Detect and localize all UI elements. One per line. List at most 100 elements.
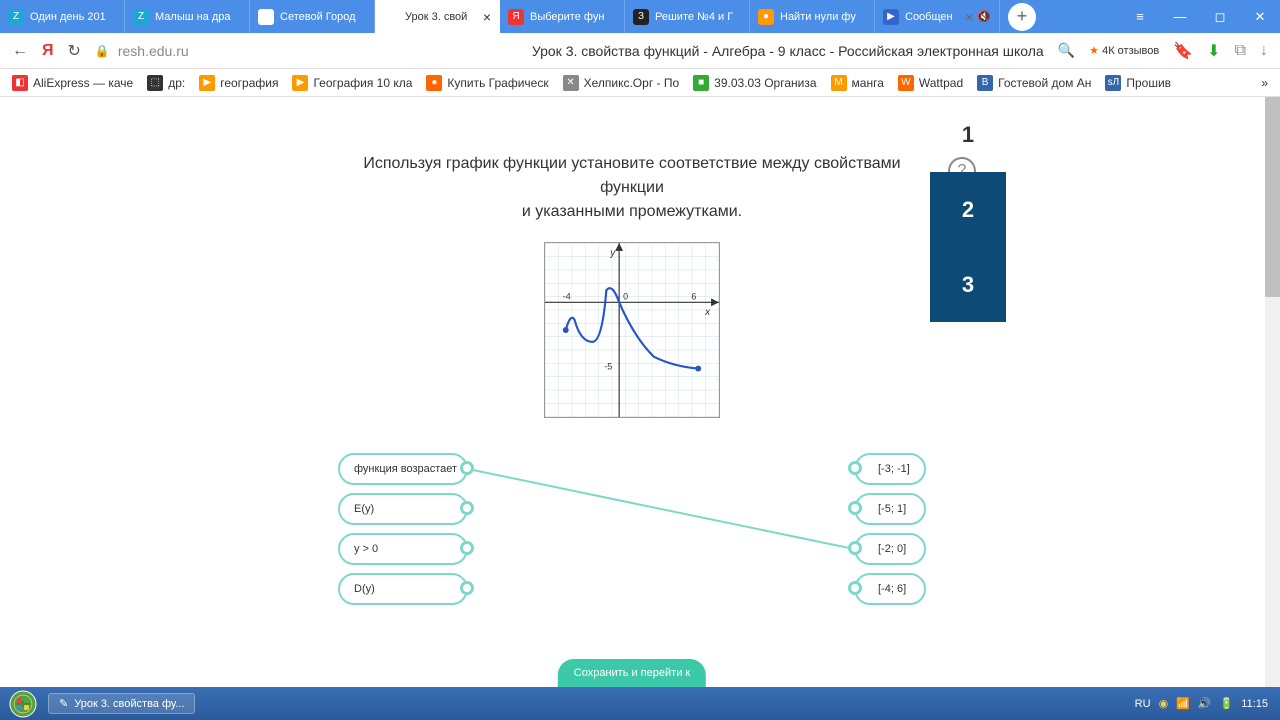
tab-favicon: ● [758,9,774,25]
lock-icon: 🔒 [95,44,110,58]
tab-7[interactable]: ▶Сообщен×🔇 [875,0,1000,33]
tray-lang[interactable]: RU [1135,698,1151,710]
downloads-icon[interactable]: ↓ [1260,42,1268,60]
tab-favicon: ▶ [883,9,899,25]
bookmark-label: география [220,76,278,90]
tab-0[interactable]: ZОдин день 201 [0,0,125,33]
bookmark-favicon: ■ [693,75,709,91]
connection-port[interactable] [848,541,862,555]
question-num-2[interactable]: 2 [930,172,1006,247]
connection-port[interactable] [460,541,474,555]
bookmark-icon[interactable]: 🔖 [1173,41,1193,61]
option-label: функция возрастает [354,463,457,475]
bookmark-6[interactable]: ■ 39.03.03 Организа [693,75,816,91]
connection-port[interactable] [848,501,862,515]
bookmark-label: Гостевой дом Ан [998,76,1091,90]
left-option-1[interactable]: E(y) [338,493,468,525]
question-num-3[interactable]: 3 [930,247,1006,322]
tray-volume-icon[interactable]: 🔊 [1198,697,1212,710]
bookmark-label: 39.03.03 Организа [714,76,816,90]
bookmarks-overflow[interactable]: » [1261,76,1268,90]
bookmark-1[interactable]: ⬚др: [147,75,185,91]
address-bar: ← Я ↻ 🔒 resh.edu.ru Урок 3. свойства фун… [0,33,1280,69]
connection-port[interactable] [460,461,474,475]
extensions-icon[interactable]: ⧉ [1235,42,1246,60]
reviews-badge[interactable]: ★ 4К отзывов [1089,44,1159,57]
maximize-button[interactable]: ◻ [1200,0,1240,33]
connection-port[interactable] [848,581,862,595]
bookmark-4[interactable]: ● Купить Графическ [426,75,548,91]
taskbar-item[interactable]: ✎ Урок 3. свойства фу... [48,693,195,714]
bookmark-2[interactable]: ▶география [199,75,278,91]
right-option-0[interactable]: [-3; -1] [854,453,926,485]
bookmark-5[interactable]: ✕Хелпикс.Орг - По [563,75,680,91]
tray-battery-icon[interactable]: 🔋 [1220,697,1234,710]
minimize-button[interactable]: — [1160,0,1200,33]
bookmark-9[interactable]: B Гостевой дом Ан [977,75,1091,91]
window-controls: ≡ — ◻ ✕ [1120,0,1280,33]
tab-4[interactable]: ЯВыберите фун [500,0,625,33]
tab-favicon: ✎ [383,9,399,25]
bookmark-3[interactable]: ▶ География 10 кла [292,75,412,91]
question-text: Используя график функции установите соот… [258,97,1006,224]
tab-favicon: ■ [258,9,274,25]
download-icon[interactable]: ⬇ [1207,41,1220,61]
bookmark-0[interactable]: ◧AliExpress — каче [12,75,133,91]
connection-port[interactable] [460,581,474,595]
tab-5[interactable]: ЗРешите №4 и Г [625,0,750,33]
browser-tabs-bar: ZОдин день 201 Z Малыш на дра ■Сетевой Горо… [0,0,1280,33]
left-option-2[interactable]: y > 0 [338,533,468,565]
tray-time[interactable]: 11:15 [1241,698,1268,710]
tab-1[interactable]: Z Малыш на дра [125,0,250,33]
svg-text:0: 0 [623,291,628,301]
bookmark-favicon: sЛ [1105,75,1121,91]
bookmark-favicon: ⬚ [147,75,163,91]
scrollbar[interactable] [1265,97,1280,687]
tray-network-icon[interactable]: 📶 [1176,697,1190,710]
right-option-1[interactable]: [-5; 1] [854,493,926,525]
reload-button[interactable]: ↻ [68,41,81,61]
bookmark-label: Хелпикс.Орг - По [584,76,680,90]
bookmark-favicon: ● [426,75,442,91]
option-label: [-3; -1] [878,463,910,475]
right-option-3[interactable]: [-4; 6] [854,573,926,605]
bookmark-8[interactable]: WWattpad [898,75,963,91]
tray-icon[interactable]: ◉ [1159,697,1169,710]
close-window-button[interactable]: ✕ [1240,0,1280,33]
start-button[interactable] [4,690,42,718]
tab-favicon: З [633,9,649,25]
option-label: D(y) [354,583,375,595]
back-button[interactable]: ← [12,42,28,60]
search-icon[interactable]: 🔍 [1058,42,1075,59]
left-option-3[interactable]: D(y) [338,573,468,605]
connection-port[interactable] [848,461,862,475]
right-option-2[interactable]: [-2; 0] [854,533,926,565]
bookmark-label: Купить Графическ [447,76,548,90]
bookmark-favicon: B [977,75,993,91]
tab-3[interactable]: ✎Урок 3. свой× [375,0,500,33]
option-label: E(y) [354,503,374,515]
bookmark-7[interactable]: Mманга [831,75,884,91]
option-label: [-5; 1] [878,503,906,515]
url-field[interactable]: 🔒 resh.edu.ru [95,43,518,59]
new-tab-button[interactable]: + [1008,3,1036,31]
connection-port[interactable] [460,501,474,515]
save-button[interactable]: Сохранить и перейти к [558,659,706,687]
tab-mute-icon[interactable]: 🔇 [977,10,991,23]
tab-6[interactable]: ●Найти нули фу [750,0,875,33]
tab-close-icon[interactable]: × [961,9,973,25]
task-icon: ✎ [59,697,68,710]
bookmark-label: География 10 кла [313,76,412,90]
yandex-button[interactable]: Я [42,42,54,60]
tab-label: Малыш на дра [155,11,231,23]
bookmark-label: манга [852,76,884,90]
tab-favicon: Z [133,9,149,25]
menu-button[interactable]: ≡ [1120,0,1160,33]
tab-close-icon[interactable]: × [479,9,491,25]
bookmark-10[interactable]: sЛПрошив [1105,75,1171,91]
tab-2[interactable]: ■Сетевой Город [250,0,375,33]
question-num-1[interactable]: 1 [930,97,1006,172]
bookmark-favicon: ▶ [292,75,308,91]
left-option-0[interactable]: функция возрастает [338,453,468,485]
scroll-thumb[interactable] [1265,97,1280,297]
